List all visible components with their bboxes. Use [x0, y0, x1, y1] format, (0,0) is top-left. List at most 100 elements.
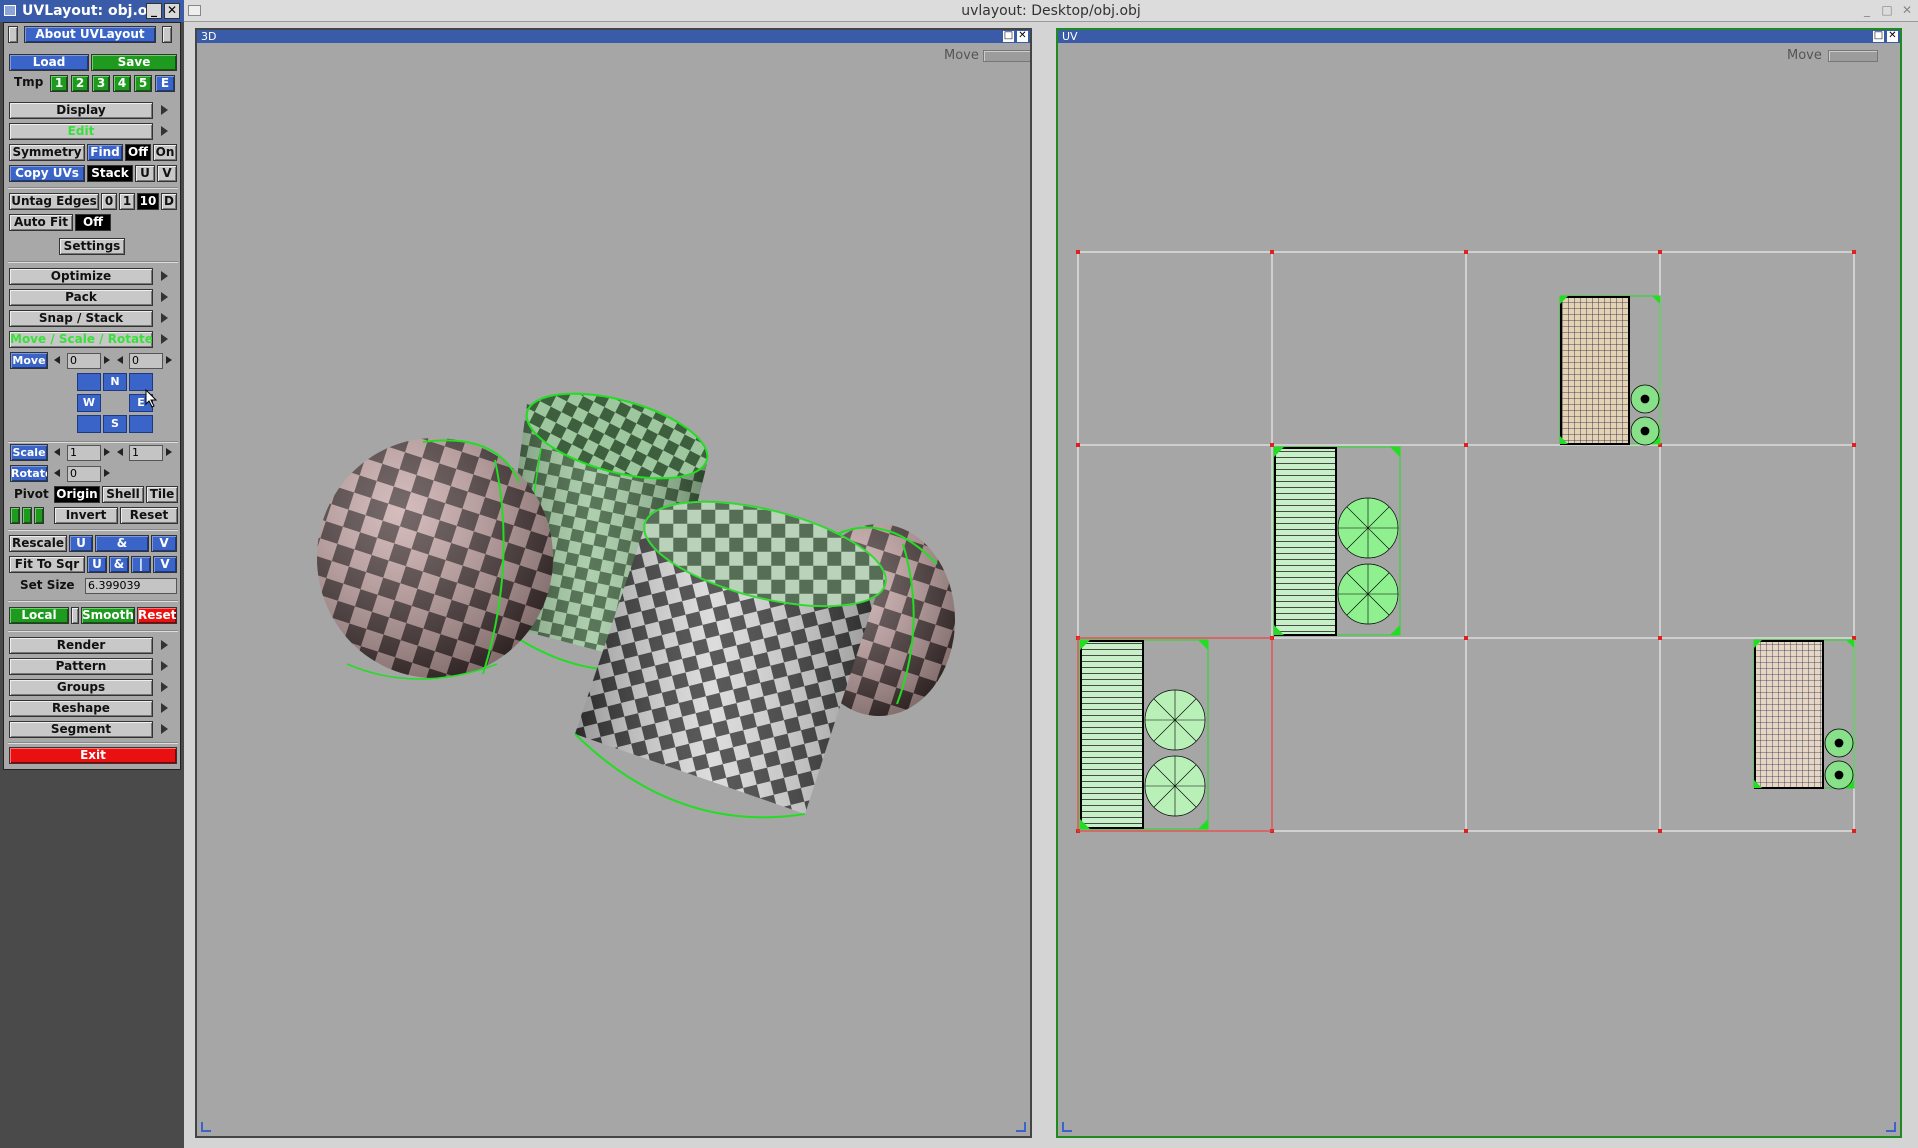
rotate-increment[interactable] [104, 469, 110, 477]
move-x-decrement[interactable] [54, 356, 60, 364]
move-y-field[interactable]: 0 [129, 353, 163, 369]
snap-stack-button[interactable]: Snap / Stack [9, 310, 153, 327]
scale-y-increment[interactable] [166, 448, 172, 456]
viewport-corner-handle[interactable] [1062, 1122, 1072, 1132]
pivot-shell-button[interactable]: Shell [102, 486, 144, 503]
maximize-icon[interactable]: □ [1880, 4, 1894, 18]
compass-nw[interactable] [77, 373, 101, 391]
fit-to-sqr-button[interactable]: Fit To Sqr [9, 556, 85, 573]
minimize-icon[interactable]: _ [1860, 4, 1874, 18]
tmp-slot-5[interactable]: 5 [134, 75, 152, 92]
untag-1-button[interactable]: 1 [119, 193, 135, 210]
fit-and-button[interactable]: & [109, 556, 129, 573]
tmp-slot-4[interactable]: 4 [113, 75, 131, 92]
about-right-grip[interactable] [162, 26, 172, 43]
compass-n[interactable]: N [103, 373, 127, 391]
move-x-increment[interactable] [104, 356, 110, 364]
about-left-grip[interactable] [8, 26, 18, 43]
untag-10-button[interactable]: 10 [137, 193, 159, 210]
viewport-corner-handle[interactable] [201, 1122, 211, 1132]
tool-window-titlebar[interactable]: UVLayout: obj.obj _ ✕ [0, 0, 184, 22]
rotate-decrement[interactable] [54, 469, 60, 477]
reset-button[interactable]: Reset [120, 507, 178, 524]
symmetry-off-button[interactable]: Off [125, 144, 151, 161]
move-y-increment[interactable] [166, 356, 172, 364]
copy-v-button[interactable]: V [157, 165, 177, 182]
move-scale-rotate-button[interactable]: Move / Scale / Rotate [9, 331, 153, 348]
pattern-button[interactable]: Pattern [9, 658, 153, 675]
optimize-button[interactable]: Optimize [9, 268, 153, 285]
scale-button[interactable]: Scale [10, 444, 48, 461]
local-spacer[interactable] [71, 607, 79, 624]
set-size-field[interactable]: 6.399039 [85, 578, 177, 594]
copy-uvs-button[interactable]: Copy UVs [9, 165, 85, 182]
edit-button[interactable]: Edit [9, 123, 153, 140]
scale-x-increment[interactable] [104, 448, 110, 456]
toggle-1[interactable] [10, 507, 20, 524]
auto-fit-button[interactable]: Auto Fit [9, 214, 73, 231]
symmetry-button[interactable]: Symmetry [9, 144, 85, 161]
fit-v-button[interactable]: V [153, 556, 177, 573]
segment-button[interactable]: Segment [9, 721, 153, 738]
minimize-icon[interactable]: _ [146, 3, 162, 19]
about-button[interactable]: About UVLayout [24, 26, 156, 43]
uv-shell-group-2[interactable] [1273, 446, 1401, 636]
toggle-2[interactable] [22, 507, 32, 524]
groups-button[interactable]: Groups [9, 679, 153, 696]
main-window-titlebar[interactable]: uvlayout: Desktop/obj.obj _ □ ✕ [184, 0, 1918, 22]
tmp-slot-3[interactable]: 3 [92, 75, 110, 92]
uv-shell-group-1[interactable] [1079, 639, 1209, 830]
scale-x-field[interactable]: 1 [67, 445, 101, 461]
auto-fit-off-button[interactable]: Off [75, 214, 111, 231]
reshape-button[interactable]: Reshape [9, 700, 153, 717]
scale-x-decrement[interactable] [54, 448, 60, 456]
move-x-field[interactable]: 0 [67, 353, 101, 369]
move-y-decrement[interactable] [117, 356, 123, 364]
3d-scene[interactable] [197, 44, 1030, 1134]
tmp-slot-2[interactable]: 2 [71, 75, 89, 92]
close-icon[interactable]: ✕ [1887, 31, 1898, 42]
copy-u-button[interactable]: U [135, 165, 155, 182]
symmetry-on-button[interactable]: On [153, 144, 177, 161]
fit-u-button[interactable]: U [87, 556, 107, 573]
rescale-v-button[interactable]: V [151, 535, 177, 552]
scale-y-decrement[interactable] [117, 448, 123, 456]
rescale-u-button[interactable]: U [69, 535, 93, 552]
untag-edges-button[interactable]: Untag Edges [9, 193, 99, 210]
viewport-3d[interactable]: 3D □ ✕ Move [195, 28, 1032, 1138]
close-icon[interactable]: ✕ [1900, 4, 1914, 18]
compass-s[interactable]: S [103, 415, 127, 433]
invert-button[interactable]: Invert [54, 507, 118, 524]
load-button[interactable]: Load [9, 54, 89, 71]
tmp-slot-e[interactable]: E [155, 75, 175, 92]
rescale-and-button[interactable]: & [95, 535, 149, 552]
maximize-icon[interactable]: □ [1873, 31, 1884, 42]
pack-button[interactable]: Pack [9, 289, 153, 306]
untag-d-button[interactable]: D [161, 193, 177, 210]
viewport-uv[interactable]: UV □ ✕ Move [1056, 28, 1902, 1138]
compass-se[interactable] [129, 415, 153, 433]
viewport-corner-handle[interactable] [1886, 1122, 1896, 1132]
render-button[interactable]: Render [9, 637, 153, 654]
smooth-button[interactable]: Smooth [81, 607, 135, 624]
close-icon[interactable]: ✕ [1017, 31, 1028, 42]
toggle-3[interactable] [34, 507, 44, 524]
tmp-slot-1[interactable]: 1 [50, 75, 68, 92]
compass-w[interactable]: W [77, 394, 101, 412]
reset-red-button[interactable]: Reset [137, 607, 177, 624]
viewport-corner-handle[interactable] [1016, 1122, 1026, 1132]
pivot-tile-button[interactable]: Tile [146, 486, 178, 503]
rotate-field[interactable]: 0 [67, 466, 101, 482]
stack-button[interactable]: Stack [87, 165, 133, 182]
uv-canvas[interactable] [1058, 44, 1900, 1134]
pivot-origin-button[interactable]: Origin [54, 486, 100, 503]
fit-bar-button[interactable]: | [131, 556, 151, 573]
settings-button[interactable]: Settings [59, 238, 125, 255]
display-button[interactable]: Display [9, 102, 153, 119]
local-button[interactable]: Local [9, 607, 69, 624]
rescale-button[interactable]: Rescale [9, 535, 67, 552]
exit-button[interactable]: Exit [9, 747, 177, 764]
close-icon[interactable]: ✕ [164, 3, 180, 19]
save-button[interactable]: Save [91, 54, 177, 71]
uv-shell-group-3[interactable] [1559, 295, 1661, 446]
